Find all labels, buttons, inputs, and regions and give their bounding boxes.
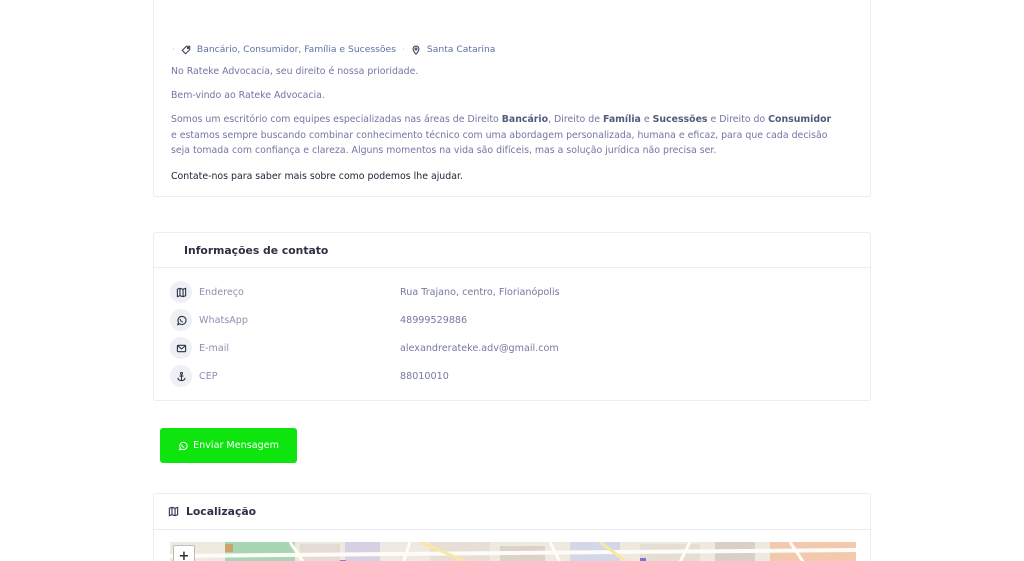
about-card: · Bancário, Consumidor, Família e Sucess… [153, 0, 871, 197]
map-tiles [170, 542, 856, 561]
meta-line: · Bancário, Consumidor, Família e Sucess… [172, 44, 496, 55]
cep-label: CEP [199, 370, 218, 382]
contact-cta-paragraph: Contate-nos para saber mais sobre como p… [171, 171, 463, 182]
contact-row-address: Endereço Rua Trajano, centro, Florianópo… [170, 281, 560, 303]
welcome-paragraph: Bem-vindo ao Rateke Advocacia. [171, 90, 325, 101]
location-link[interactable]: Santa Catarina [427, 44, 496, 55]
pin-icon [412, 45, 420, 55]
contact-row-cep: CEP 88010010 [170, 365, 449, 387]
contact-row-whatsapp: WhatsApp 48999529886 [170, 309, 467, 331]
location-card: Localização + [153, 493, 871, 561]
cep-value: 88010010 [400, 370, 449, 382]
whatsapp-icon [178, 441, 188, 451]
tag-icon [181, 45, 191, 55]
address-value: Rua Trajano, centro, Florianópolis [400, 286, 560, 298]
tags-link[interactable]: Bancário, Consumidor, Família e Sucessõe… [197, 44, 396, 55]
whatsapp-label: WhatsApp [199, 314, 248, 326]
description-paragraph: Somos um escritório com equipes especial… [171, 114, 832, 156]
map-icon [176, 287, 186, 297]
whatsapp-icon [176, 315, 187, 326]
zoom-in-button[interactable]: + [173, 545, 195, 561]
contact-row-email: E-mail alexandrerateke.adv@gmail.com [170, 337, 559, 359]
send-message-label: Enviar Mensagem [193, 440, 279, 451]
mail-icon [176, 344, 186, 352]
map-view[interactable]: + [170, 542, 856, 561]
whatsapp-value[interactable]: 48999529886 [400, 315, 467, 326]
email-label: E-mail [199, 342, 230, 354]
intro-paragraph: No Rateke Advocacia, seu direito é nossa… [171, 66, 419, 77]
location-header: Localização [154, 494, 870, 530]
anchor-icon [176, 371, 186, 381]
contact-title: Informações de contato [154, 233, 870, 268]
send-message-button[interactable]: Enviar Mensagem [160, 428, 297, 463]
email-value[interactable]: alexandrerateke.adv@gmail.com [400, 343, 559, 354]
location-title: Localização [186, 505, 257, 518]
map-icon [168, 506, 179, 517]
address-label: Endereço [199, 286, 244, 298]
contact-card: Informações de contato Endereço Rua Traj… [153, 232, 871, 401]
